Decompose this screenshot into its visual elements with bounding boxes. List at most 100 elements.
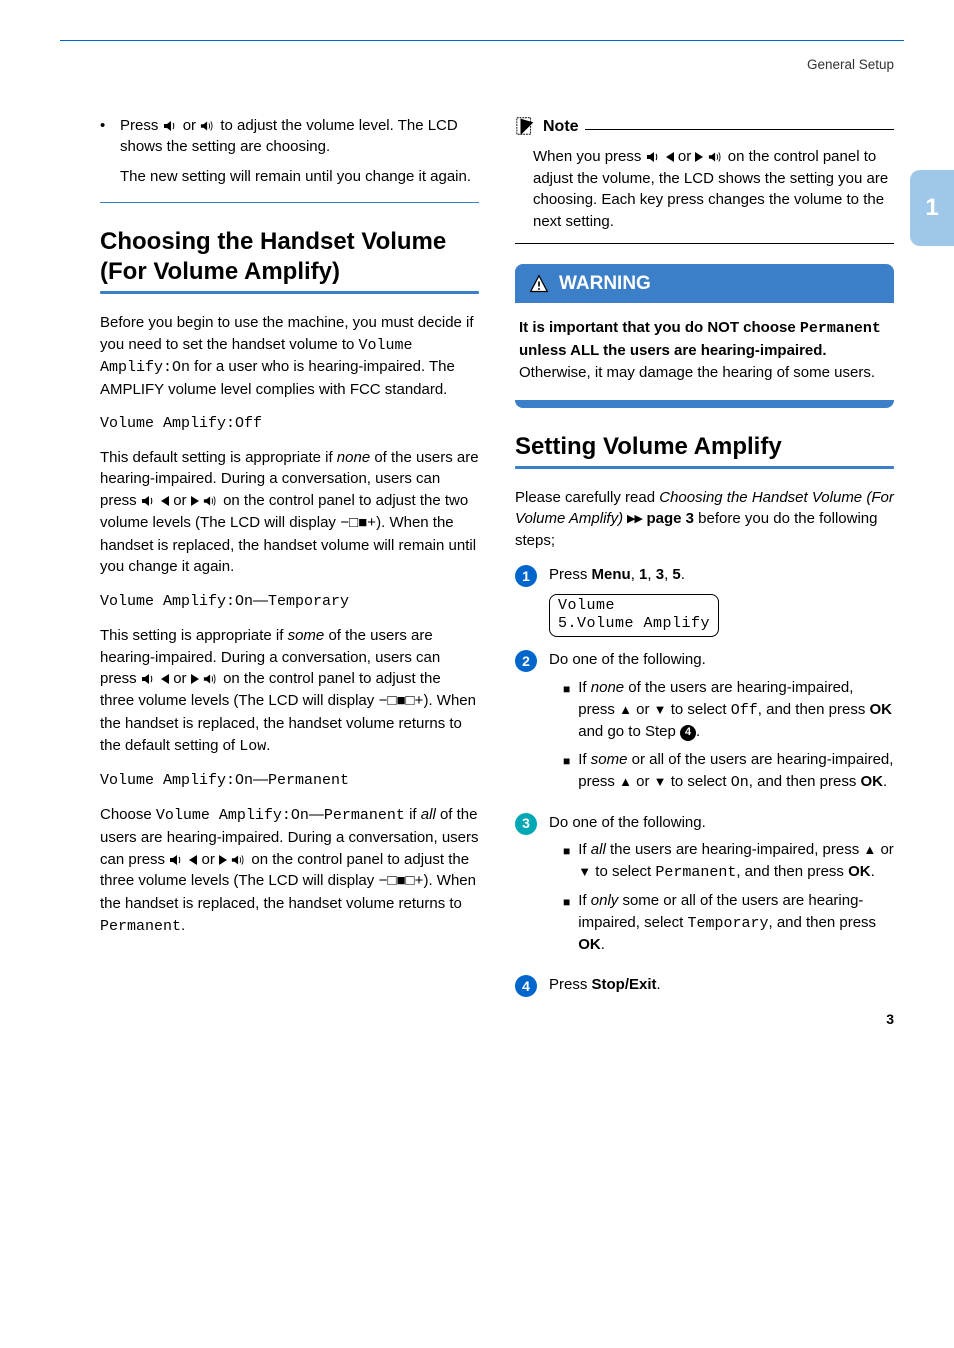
bullet-icon: • <box>100 115 110 159</box>
text-emph: only <box>591 892 619 909</box>
step-2: 2 Do one of the following. ■ If none of … <box>515 649 894 800</box>
text: If <box>578 892 591 909</box>
code: Temporary <box>268 593 349 610</box>
text: if <box>405 806 421 823</box>
warning-label: WARNING <box>559 270 651 298</box>
heading-rule <box>515 466 894 469</box>
lcd-display: Volume 5.Volume Amplify <box>549 594 719 638</box>
text: When you press <box>533 148 646 165</box>
note-end-rule <box>515 243 894 244</box>
bullet-text: Press or to adjust the volume level. The… <box>120 115 479 159</box>
key-label: 5 <box>672 566 680 583</box>
warning-icon <box>529 274 549 294</box>
heading-setting-amplify: Setting Volume Amplify <box>515 432 894 462</box>
step-badge-2: 2 <box>515 650 537 672</box>
para: Choose Volume Amplify:On—Permanent if al… <box>100 804 479 938</box>
text: This setting is appropriate if <box>100 627 288 644</box>
text: and go to Step <box>578 723 680 740</box>
right-column: Note When you press or on the control pa… <box>515 115 894 1009</box>
text: , <box>647 566 655 583</box>
speaker-high-icon <box>203 495 219 507</box>
text: If <box>578 679 591 696</box>
note-block: Note When you press or on the control pa… <box>515 115 894 244</box>
key-label: Stop/Exit <box>592 976 657 993</box>
step-ref-4-icon: 4 <box>680 725 696 741</box>
triangle-right-icon <box>191 496 199 506</box>
speaker-low-icon <box>169 854 185 866</box>
text-emph: none <box>591 679 624 696</box>
text: or <box>183 117 201 134</box>
speaker-low-icon <box>141 673 157 685</box>
step-badge-3: 3 <box>515 813 537 835</box>
triangle-right-icon <box>191 674 199 684</box>
left-column: • Press or to adjust the volume level. T… <box>100 115 479 1009</box>
text: Please carefully read <box>515 489 659 506</box>
text: Choose <box>100 806 156 823</box>
text: . <box>871 863 875 880</box>
lcd-inline: −□■□+ <box>378 873 423 890</box>
text: to select <box>667 773 731 790</box>
code: Volume Amplify:On <box>156 807 309 824</box>
chapter-tab: 1 <box>910 170 954 246</box>
text-emph: some <box>288 627 325 644</box>
header-section: General Setup <box>100 55 894 75</box>
triangle-left-icon <box>189 855 197 865</box>
triangle-right-icon <box>695 152 703 162</box>
dash: — <box>309 806 324 823</box>
code-line: Volume Amplify:On—Permanent <box>100 769 479 792</box>
text: , and then press <box>736 863 848 880</box>
text: Do one of the following. <box>549 649 894 671</box>
code: Off <box>731 702 758 719</box>
square-bullet-icon: ■ <box>563 753 570 794</box>
text: . <box>657 976 661 993</box>
text: Do one of the following. <box>549 812 894 834</box>
code: Low <box>239 738 266 755</box>
text: . <box>181 917 185 934</box>
text-bold: unless ALL the users are hearing-impaire… <box>519 342 827 359</box>
text: , and then press <box>768 914 876 931</box>
text-emph: all <box>421 806 436 823</box>
speaker-low-icon <box>163 120 179 132</box>
text-emph: none <box>337 449 370 466</box>
warning-body: It is important that you do NOT choose P… <box>515 317 894 399</box>
xref: ▸▸ page 3 <box>627 510 694 527</box>
speaker-high-icon <box>203 673 219 685</box>
step-1: 1 Press Menu, 1, 3, 5. Volume 5.Volume A… <box>515 564 894 637</box>
code: Permanent <box>655 864 736 881</box>
note-icon <box>515 115 537 137</box>
square-bullet-icon: ■ <box>563 681 570 743</box>
step-badge-4: 4 <box>515 975 537 997</box>
sub-item: If none of the users are hearing-impaire… <box>578 677 894 743</box>
key-label: OK <box>870 701 893 718</box>
speaker-low-icon <box>141 495 157 507</box>
key-label: OK <box>848 863 871 880</box>
dash: — <box>253 592 268 609</box>
text: or <box>202 851 220 868</box>
bullet-followup: The new setting will remain until you ch… <box>100 166 479 188</box>
warning-end-bar <box>515 400 894 408</box>
text-emph: some <box>591 751 628 768</box>
step-badge-1: 1 <box>515 565 537 587</box>
speaker-high-icon <box>231 854 247 866</box>
square-bullet-icon: ■ <box>563 843 570 884</box>
code: Temporary <box>687 915 768 932</box>
triangle-right-icon <box>219 855 227 865</box>
text: or <box>876 841 894 858</box>
text: , <box>631 566 639 583</box>
key-label: OK <box>578 936 601 953</box>
text: or <box>678 148 696 165</box>
down-arrow-icon: ▼ <box>654 774 667 789</box>
code: Volume Amplify:On <box>100 593 253 610</box>
text-bold: It is important that you do NOT choose <box>519 319 800 336</box>
speaker-high-icon <box>200 120 216 132</box>
sub-item: If only some or all of the users are hea… <box>578 890 894 956</box>
text: . <box>601 936 605 953</box>
up-arrow-icon: ▲ <box>619 774 632 789</box>
text: . <box>883 773 887 790</box>
text: or <box>632 773 654 790</box>
para: This default setting is appropriate if n… <box>100 447 479 579</box>
text: Before you begin to use the machine, you… <box>100 314 474 353</box>
text: This default setting is appropriate if <box>100 449 337 466</box>
lcd-line: Volume <box>558 597 710 616</box>
down-arrow-icon: ▼ <box>654 702 667 717</box>
